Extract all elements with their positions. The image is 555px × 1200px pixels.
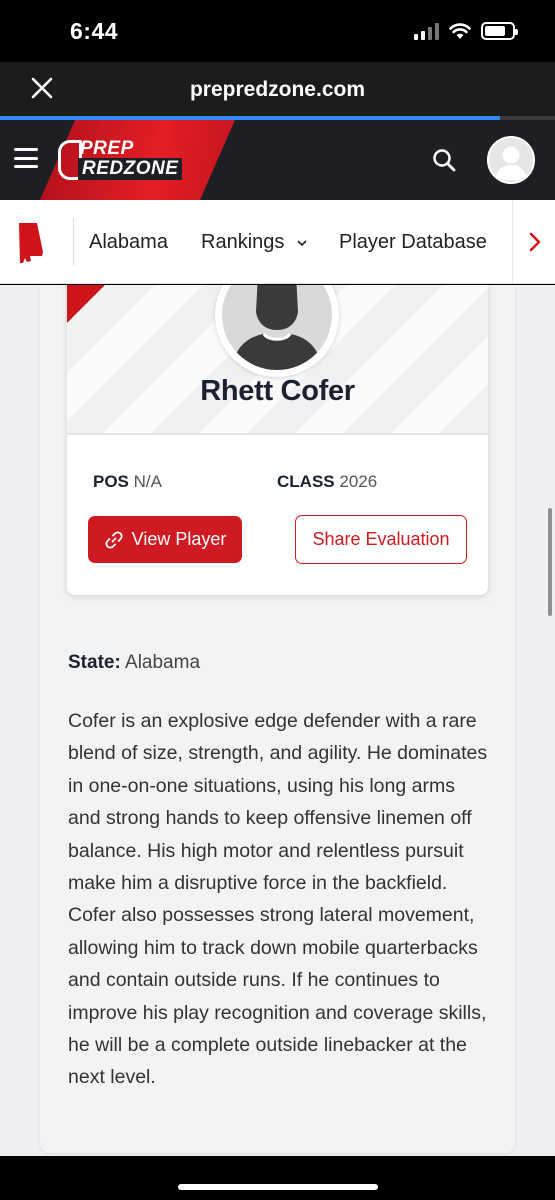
class-value: 2026 [339,472,378,491]
nav-rankings[interactable]: Rankings [201,231,308,254]
evaluation-state: State: Alabama [68,652,200,674]
evaluation-text: Cofer is an explosive edge defender with… [68,710,488,1089]
browser-url[interactable]: prepredzone.com [0,78,555,102]
share-evaluation-button[interactable]: Share Evaluation [295,515,467,564]
nav-divider [73,218,74,266]
player-silhouette-icon [232,285,322,370]
site-logo[interactable]: PREP REDZONE [58,138,183,182]
menu-icon[interactable] [14,148,38,168]
home-indicator[interactable] [178,1184,378,1190]
scrollbar[interactable] [548,508,552,616]
wifi-icon [449,23,471,39]
status-icons [414,22,518,40]
battery-icon [481,22,518,40]
status-bar: 6:44 [0,0,555,62]
nav-rankings-label: Rankings [201,231,285,253]
player-position: POS N/A [93,472,162,492]
logo-line1: PREP [80,138,134,159]
pos-value: N/A [133,472,162,491]
view-player-button[interactable]: View Player [88,516,242,563]
state-label: State: [68,652,121,673]
home-bar-area [0,1156,555,1200]
evaluation-panel: Rhett Cofer POS N/A CLASS 2026 View Play… [40,285,515,1153]
page-content: Rhett Cofer POS N/A CLASS 2026 View Play… [0,285,555,1156]
card-red-corner [67,285,115,323]
view-player-label: View Player [131,529,227,549]
status-time: 6:44 [70,18,119,44]
class-label: CLASS [277,472,335,491]
chevron-down-icon [297,240,307,246]
logo-line2: REDZONE [78,158,183,180]
site-header: PREP REDZONE [0,120,555,200]
player-card: Rhett Cofer POS N/A CLASS 2026 View Play… [67,285,488,595]
state-nav: Alabama Rankings Player Database [0,200,555,284]
nav-alabama[interactable]: Alabama [89,231,168,254]
link-icon [105,530,123,549]
search-icon[interactable] [430,146,458,174]
pos-label: POS [93,472,129,491]
chevron-right-icon[interactable] [523,228,547,256]
state-value: Alabama [125,652,201,673]
alabama-state-icon[interactable] [16,222,48,266]
player-class: CLASS 2026 [277,472,377,492]
nav-scroll-divider [512,200,513,284]
user-avatar-icon[interactable] [487,136,535,184]
browser-bar: prepredzone.com [0,62,555,116]
nav-player-database[interactable]: Player Database [339,231,487,254]
player-name: Rhett Cofer [200,375,355,407]
cellular-signal-icon [414,22,439,40]
